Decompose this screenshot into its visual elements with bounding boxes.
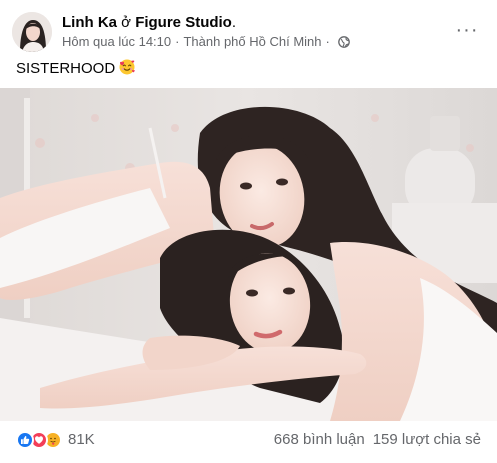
facebook-post: Linh Ka ở Figure Studio. Hôm qua lúc 14:… <box>0 0 497 463</box>
comments-count-link[interactable]: 668 bình luận <box>274 431 365 449</box>
photo-image <box>0 88 497 421</box>
post-meta: Hôm qua lúc 14:10 · Thành phố Hồ Chí Min… <box>62 34 350 50</box>
like-reaction-icon <box>16 431 34 449</box>
shares-count-link[interactable]: 159 lượt chia sẻ <box>373 431 481 449</box>
avatar-image <box>12 12 52 52</box>
caption-text: SISTERHOOD <box>16 60 116 77</box>
post-timestamp[interactable]: Hôm qua lúc 14:10 <box>62 34 171 50</box>
post-caption: SISTERHOOD <box>16 59 135 79</box>
author-name[interactable]: Linh Ka <box>62 14 117 31</box>
post-photo[interactable] <box>0 88 497 421</box>
post-title: Linh Ka ở Figure Studio. <box>62 13 236 32</box>
author-avatar[interactable] <box>12 12 52 52</box>
post-header: Linh Ka ở Figure Studio. Hôm qua lúc 14:… <box>12 12 485 52</box>
title-period: . <box>231 14 237 31</box>
more-options-icon[interactable]: ··· <box>449 12 485 48</box>
checkin-place[interactable]: Figure Studio <box>135 14 232 31</box>
meta-dot: · <box>175 34 180 49</box>
post-stats: 668 bình luận 159 lượt chia sẻ <box>274 431 481 449</box>
globe-icon[interactable] <box>337 36 350 48</box>
reaction-count[interactable]: 81K <box>68 431 95 449</box>
location-separator: ở <box>121 14 132 31</box>
reactions-summary[interactable]: 81K <box>16 431 95 449</box>
post-footer: 81K 668 bình luận 159 lượt chia sẻ <box>16 429 481 453</box>
smiling-face-with-hearts-emoji <box>119 59 135 75</box>
post-location[interactable]: Thành phố Hồ Chí Minh <box>183 34 321 50</box>
meta-dot-2: · <box>325 34 330 49</box>
